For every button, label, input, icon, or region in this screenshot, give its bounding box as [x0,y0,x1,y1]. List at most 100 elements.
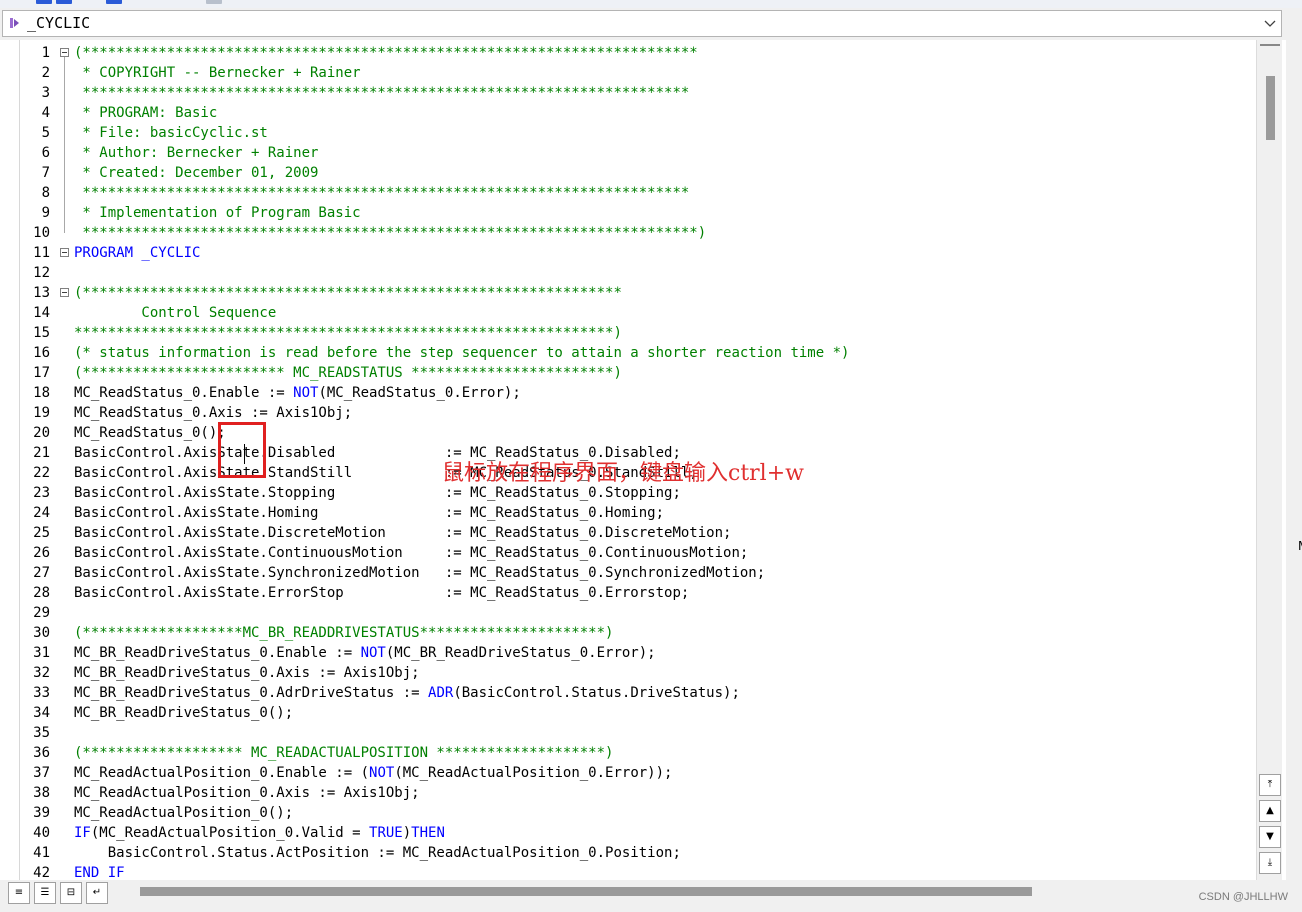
code-token: (MC_BR_ReadDriveStatus_0.Error); [385,645,656,661]
view-split-icon[interactable]: ⊟ [60,882,82,904]
code-line[interactable]: IF(MC_ReadActualPosition_0.Valid = TRUE)… [74,823,445,843]
program-selector[interactable]: _CYCLIC [2,10,1282,37]
code-token: BasicControl.AxisState.DiscreteMotion :=… [74,525,732,541]
comment-token: * COPYRIGHT -- Bernecker + Rainer [74,65,361,81]
comment-token: * File: basicCyclic.st [74,125,268,141]
line-number: 3 [41,85,50,101]
line-number: 9 [41,205,50,221]
code-line[interactable]: BasicControl.Status.ActPosition := MC_Re… [74,843,681,863]
program-icon [10,18,19,28]
code-line[interactable]: BasicControl.AxisState.ContinuousMotion … [74,543,748,563]
line-number: 13 [33,285,50,301]
code-line[interactable]: * File: basicCyclic.st [74,123,268,143]
code-line[interactable]: * Implementation of Program Basic [74,203,361,223]
fold-collapse-icon[interactable] [60,288,69,297]
comment-token: * Implementation of Program Basic [74,205,361,221]
comment-token: * Created: December 01, 2009 [74,165,319,181]
code-line[interactable]: (*******************MC_BR_READDRIVESTATU… [74,623,613,643]
keyword-token: NOT [360,645,386,661]
code-line[interactable]: (************************ MC_READSTATUS … [74,363,622,383]
fold-collapse-icon[interactable] [60,248,69,257]
line-number: 15 [33,325,50,341]
code-line[interactable]: (******************* MC_READACTUALPOSITI… [74,743,613,763]
comment-token: (******************* MC_READACTUALPOSITI… [74,745,614,761]
code-token: MC_ReadActualPosition_0(); [74,805,294,821]
code-line[interactable]: MC_BR_ReadDriveStatus_0(); [74,703,293,723]
code-token: ) [402,825,412,841]
code-line[interactable]: BasicControl.AxisState.DiscreteMotion :=… [74,523,731,543]
code-line[interactable]: BasicControl.AxisState.ErrorStop := MC_R… [74,583,689,603]
code-token: (MC_ReadStatus_0.Error); [318,385,521,401]
vertical-scroll-thumb[interactable] [1266,76,1275,140]
code-line[interactable]: ****************************************… [74,223,706,243]
code-line[interactable]: PROGRAM _CYCLIC [74,243,200,263]
toolbar-icon-blue[interactable] [56,0,72,4]
code-line[interactable]: ****************************************… [74,323,622,343]
code-line[interactable]: (* status information is read before the… [74,343,849,363]
code-token: MC_BR_ReadDriveStatus_0.AdrDriveStatus :… [74,685,429,701]
view-text-icon[interactable]: ≡ [8,882,30,904]
keyword-token: END_IF [74,865,125,881]
view-outline-icon[interactable]: ☰ [34,882,56,904]
scroll-page-up-icon[interactable]: ▲ [1259,800,1281,822]
line-number: 17 [33,365,50,381]
code-token: (MC_ReadActualPosition_0.Error)); [394,765,673,781]
view-wrap-icon[interactable]: ↵ [86,882,108,904]
comment-token: (************************ MC_READSTATUS … [74,365,622,381]
annotation-text: 鼠标放在程序界面，键盘输入ctrl+w [442,461,804,486]
line-number-gutter: 1 2 3 4 5 6 7 8 9 10 11 12 13 14 15 16 17 18 19 20 21 22 23 24 2… [20,40,52,882]
toolbar-icon-blue[interactable] [106,0,122,4]
horizontal-scroll-thumb[interactable] [140,887,1032,896]
code-line[interactable]: MC_ReadActualPosition_0.Axis := Axis1Obj… [74,783,420,803]
code-token: MC_ReadStatus_0.Enable := [74,385,294,401]
code-line[interactable]: ****************************************… [74,83,689,103]
keyword-token: PROGRAM _CYCLIC [74,245,201,261]
keyword-token: ADR [428,685,454,701]
code-line[interactable]: MC_ReadStatus_0(); [74,423,226,443]
code-line[interactable]: MC_ReadStatus_0.Enable := NOT(MC_ReadSta… [74,383,521,403]
scroll-page-down-icon[interactable]: ▼ [1259,826,1281,848]
line-number: 7 [41,165,50,181]
fold-collapse-icon[interactable] [60,48,69,57]
line-number: 38 [33,785,50,801]
code-line[interactable]: * Created: December 01, 2009 [74,163,318,183]
code-line[interactable]: MC_BR_ReadDriveStatus_0.Enable := NOT(MC… [74,643,656,663]
code-line[interactable]: MC_BR_ReadDriveStatus_0.Axis := Axis1Obj… [74,663,420,683]
comment-token: ****************************************… [74,85,690,101]
code-line[interactable]: (***************************************… [74,43,698,63]
code-token: BasicControl.AxisState.Homing := MC_Read… [74,505,665,521]
code-line[interactable]: MC_ReadActualPosition_0(); [74,803,293,823]
comment-token: (***************************************… [74,285,622,301]
code-line[interactable]: BasicControl.AxisState.SynchronizedMotio… [74,563,765,583]
toolbar-icon[interactable] [206,0,222,4]
line-number: 32 [33,665,50,681]
scroll-to-bottom-icon[interactable]: ⤓ [1259,852,1281,874]
code-line[interactable]: MC_ReadStatus_0.Axis := Axis1Obj; [74,403,352,423]
program-selector-value: _CYCLIC [27,14,91,32]
code-line[interactable]: * PROGRAM: Basic [74,103,217,123]
toolbar-icon-blue[interactable] [36,0,52,4]
line-number: 2 [41,65,50,81]
code-token: BasicControl.Status.ActPosition := MC_Re… [74,845,681,861]
code-line[interactable]: Control Sequence [74,303,276,323]
code-line[interactable]: (***************************************… [74,283,622,303]
code-line[interactable]: * COPYRIGHT -- Bernecker + Rainer [74,63,361,83]
code-line[interactable]: MC_BR_ReadDriveStatus_0.AdrDriveStatus :… [74,683,740,703]
line-number: 12 [33,265,50,281]
code-token: BasicControl.AxisState.Stopping := MC_Re… [74,485,681,501]
code-line[interactable]: ****************************************… [74,183,689,203]
code-token: BasicControl.AxisState.SynchronizedMotio… [74,565,766,581]
vertical-scrollbar[interactable]: ⤒ ▲ ▼ ⤓ [1256,40,1282,882]
fold-range-line [64,57,65,233]
line-number: 23 [33,485,50,501]
line-number: 37 [33,765,50,781]
code-line[interactable]: BasicControl.AxisState.Homing := MC_Read… [74,503,664,523]
code-line[interactable]: MC_ReadActualPosition_0.Enable := (NOT(M… [74,763,672,783]
chevron-down-icon[interactable] [1263,16,1277,30]
right-panel-edge: M [1286,40,1302,882]
scroll-to-top-icon[interactable]: ⤒ [1259,774,1281,796]
code-editor[interactable]: 1 2 3 4 5 6 7 8 9 10 11 12 13 14 15 16 17 18 19 20 21 22 23 24 2… [0,40,1286,882]
line-number: 33 [33,685,50,701]
code-line[interactable]: * Author: Bernecker + Rainer [74,143,318,163]
highlight-box [218,422,266,478]
